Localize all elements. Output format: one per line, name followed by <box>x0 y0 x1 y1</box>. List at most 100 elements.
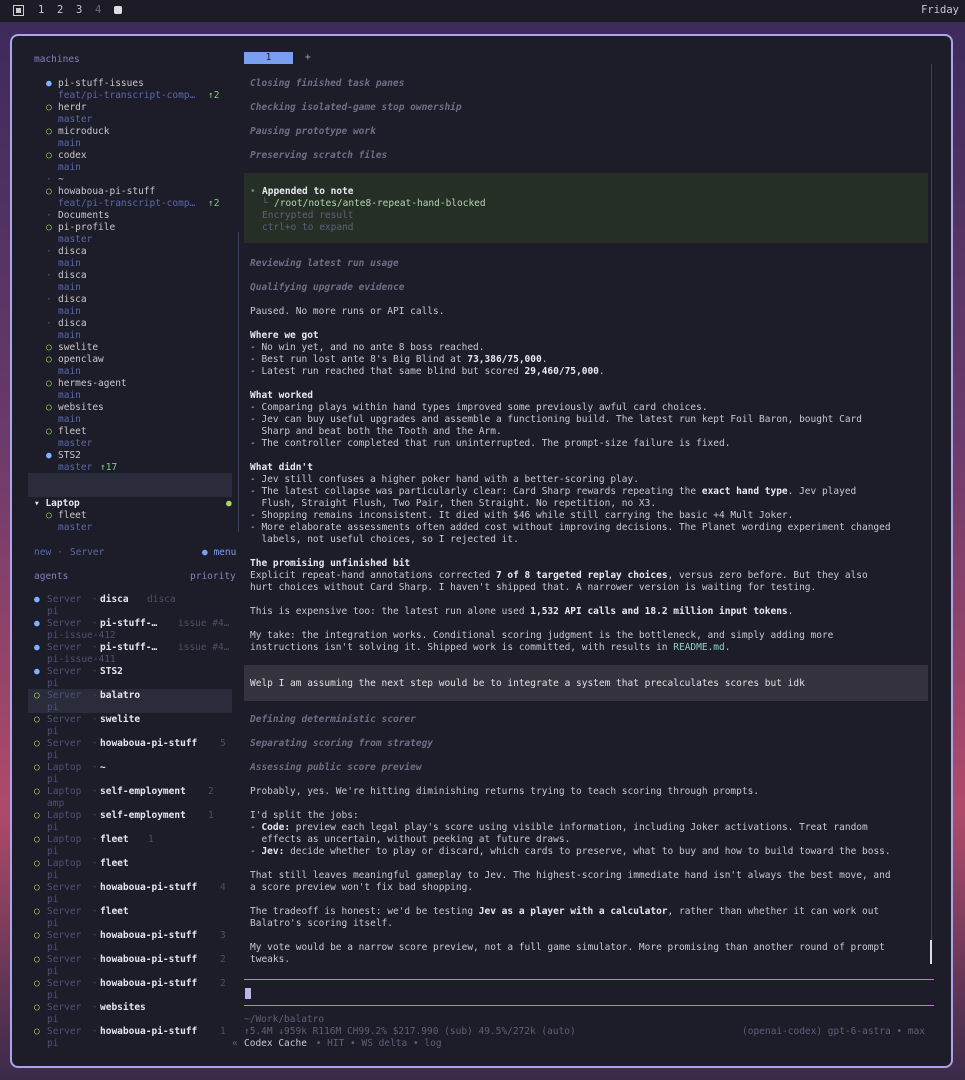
input-top-border <box>244 979 934 980</box>
text-line: effects as uncertain, without peeking at… <box>250 834 571 845</box>
agent-item[interactable]: howaboua-pi-stuff <box>100 882 197 894</box>
agent-item[interactable]: fleet <box>100 906 129 918</box>
machine-item[interactable]: disca <box>58 270 87 282</box>
machine-item[interactable]: disca <box>58 246 87 258</box>
machine-item[interactable]: herdr <box>58 102 87 114</box>
agent-host: Server <box>47 1026 82 1037</box>
agent-item[interactable]: fleet <box>100 834 129 846</box>
machine-status-icon: ○ <box>46 186 52 197</box>
machine-item[interactable]: howaboua-pi-stuff <box>58 186 155 198</box>
machine-item[interactable]: fleet <box>58 426 87 438</box>
machine-item[interactable]: fleet <box>58 510 87 522</box>
agent-host: Laptop <box>47 786 82 797</box>
agent-item[interactable]: howaboua-pi-stuff <box>100 738 197 750</box>
separator: · <box>92 1026 98 1037</box>
agent-status-icon: ● <box>34 618 40 629</box>
collapse-arrow-icon[interactable]: « <box>232 1038 238 1050</box>
machine-branch: main <box>58 330 81 341</box>
machine-item[interactable]: disca <box>58 294 87 306</box>
layout-icon[interactable] <box>13 5 24 16</box>
agent-status-icon: ○ <box>34 978 40 989</box>
workspace-1[interactable]: 1 <box>38 4 44 16</box>
agent-host: Laptop <box>47 834 82 845</box>
new-button[interactable]: new <box>34 547 51 559</box>
scroll-cursor <box>930 940 932 964</box>
machine-item[interactable]: websites <box>58 402 104 414</box>
workspace-4[interactable]: 4 <box>95 4 101 16</box>
separator: · <box>92 882 98 893</box>
agent-runtime: pi <box>47 990 59 1001</box>
status-line: Qualifying upgrade evidence <box>250 282 405 293</box>
add-tab-button[interactable]: + <box>305 52 311 64</box>
agent-detail: disca <box>147 594 176 605</box>
bullet-icon: • <box>250 186 256 197</box>
agent-item[interactable]: self-employment <box>100 810 186 822</box>
machine-item[interactable]: microduck <box>58 126 109 138</box>
agent-item[interactable]: howaboua-pi-stuff <box>100 978 197 990</box>
machine-status-icon: ○ <box>46 102 52 113</box>
text-line: - Shopping remains inconsistent. It died… <box>250 510 794 521</box>
agent-runtime: pi <box>47 870 59 881</box>
agent-item[interactable]: STS2 <box>100 666 123 678</box>
prompt-input[interactable] <box>245 988 251 999</box>
text-line: - No win yet, and no ante 8 boss reached… <box>250 342 485 353</box>
laptop-group[interactable]: ▾ Laptop <box>34 498 80 510</box>
agent-item[interactable]: fleet <box>100 858 129 870</box>
machine-item[interactable]: STS2 <box>58 450 81 462</box>
machine-branch: main <box>58 306 81 317</box>
machine-status-icon: ○ <box>46 354 52 365</box>
agents-sort[interactable]: priority <box>190 571 236 583</box>
text-line: My take: the integration works. Conditio… <box>250 630 834 641</box>
agent-status-icon: ○ <box>34 882 40 893</box>
agent-runtime: pi <box>47 774 59 785</box>
agent-detail: 2 <box>208 786 214 797</box>
machine-item[interactable]: pi-profile <box>58 222 115 234</box>
machine-item[interactable]: openclaw <box>58 354 104 366</box>
agent-host: Server <box>47 690 82 701</box>
separator: · <box>92 1002 98 1013</box>
machine-item[interactable]: swelite <box>58 342 98 354</box>
agent-item[interactable]: websites <box>100 1002 146 1014</box>
agent-host: Server <box>47 738 82 749</box>
tab-1[interactable]: 1 <box>244 52 293 64</box>
agent-status-icon: ○ <box>34 906 40 917</box>
agent-runtime: pi-issue-411 <box>47 654 116 665</box>
text-line: - Jev still confuses a higher poker hand… <box>250 474 639 485</box>
machine-item[interactable]: ~ <box>58 174 64 186</box>
text-line: - The latest collapse was particularly c… <box>250 486 857 497</box>
status-line: Assessing public score preview <box>250 762 422 773</box>
agent-item[interactable]: ~ <box>100 762 106 774</box>
sidebar-scrollbar[interactable] <box>238 232 239 532</box>
machine-item[interactable]: codex <box>58 150 87 162</box>
agent-item[interactable]: howaboua-pi-stuff <box>100 1026 197 1038</box>
agent-runtime: pi-issue-412 <box>47 630 116 641</box>
readme-link[interactable]: README.md <box>673 642 724 653</box>
machine-item[interactable]: pi-stuff-issues <box>58 78 144 90</box>
machine-item[interactable]: hermes-agent <box>58 378 127 390</box>
agent-host: Server <box>47 1002 82 1013</box>
text-line: - The controller completed that run unin… <box>250 438 731 449</box>
selected-machine-highlight <box>28 473 232 497</box>
tool-result: Encrypted result <box>262 210 354 221</box>
menu-button[interactable]: ● menu <box>202 547 236 559</box>
machine-item[interactable]: Documents <box>58 210 109 222</box>
separator: · <box>92 642 98 653</box>
agent-item[interactable]: pi-stuff-… <box>100 642 157 654</box>
text-line: Explicit repeat-hand annotations correct… <box>250 570 868 581</box>
agent-item[interactable]: disca <box>100 594 129 606</box>
workspace-3[interactable]: 3 <box>76 4 82 16</box>
main-scrollbar[interactable] <box>931 64 932 944</box>
agent-item[interactable]: howaboua-pi-stuff <box>100 930 197 942</box>
agent-detail: 1 <box>220 1026 226 1037</box>
machine-item[interactable]: disca <box>58 318 87 330</box>
text-line: Balatro's scoring itself. <box>250 918 393 929</box>
agent-item[interactable]: pi-stuff-… <box>100 618 157 630</box>
agent-item[interactable]: swelite <box>100 714 140 726</box>
agent-item[interactable]: balatro <box>100 690 140 702</box>
server-filter[interactable]: Server <box>70 547 104 559</box>
model-indicator[interactable]: (openai-codex) gpt-6-astra • max <box>742 1026 925 1038</box>
workspace-2[interactable]: 2 <box>57 4 63 16</box>
agent-item[interactable]: howaboua-pi-stuff <box>100 954 197 966</box>
agent-item[interactable]: self-employment <box>100 786 186 798</box>
status-line: Preserving scratch files <box>250 150 388 161</box>
